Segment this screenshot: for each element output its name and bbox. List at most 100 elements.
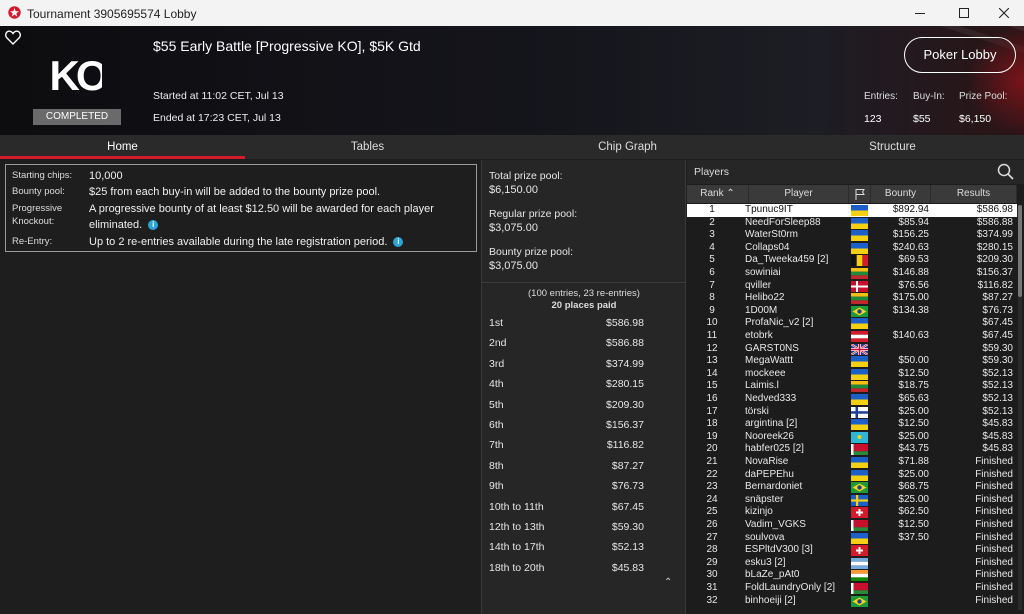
player-bounty: $69.53 bbox=[898, 254, 929, 266]
buyin-value: $55 bbox=[913, 113, 931, 125]
player-row[interactable]: 11 etobrk $140.63 $67.45 bbox=[687, 330, 1017, 343]
player-name: daPEPEhu bbox=[745, 468, 794, 480]
player-rank: 4 bbox=[709, 241, 715, 253]
payout-place: 9th bbox=[489, 480, 504, 493]
player-row[interactable]: 32 binhoeiji [2] Finished bbox=[687, 595, 1017, 608]
tab-structure[interactable]: Structure bbox=[770, 135, 1015, 159]
player-row[interactable]: 3 WaterSt0rm $156.25 $374.99 bbox=[687, 229, 1017, 242]
player-row[interactable]: 4 Collaps04 $240.63 $280.15 bbox=[687, 242, 1017, 255]
player-rank: 25 bbox=[706, 506, 718, 518]
player-row[interactable]: 29 esku3 [2] Finished bbox=[687, 557, 1017, 570]
column-rank[interactable]: Rank ⌃ bbox=[687, 185, 749, 203]
player-row[interactable]: 23 Bernardoniet $68.75 Finished bbox=[687, 481, 1017, 494]
player-name: 1D00M bbox=[745, 304, 778, 316]
player-row[interactable]: 16 Nedved333 $65.63 $52.13 bbox=[687, 393, 1017, 406]
player-row[interactable]: 21 NovaRise $71.88 Finished bbox=[687, 456, 1017, 469]
maximize-button[interactable] bbox=[942, 0, 986, 26]
column-player[interactable]: Player bbox=[749, 185, 849, 203]
entries-summary: (100 entries, 23 re-entries) 20 places p… bbox=[482, 282, 686, 311]
payout-row: 4th $280.15 bbox=[482, 374, 686, 394]
player-row[interactable]: 19 Nooreek26 $25.00 $45.83 bbox=[687, 431, 1017, 444]
player-name: Vadim_VGKS bbox=[745, 519, 806, 530]
player-result: $116.82 bbox=[977, 279, 1013, 291]
player-row[interactable]: 27 soulvova $37.50 Finished bbox=[687, 532, 1017, 545]
player-row[interactable]: 5 Da_Tweeka459 [2] $69.53 $209.30 bbox=[687, 254, 1017, 267]
player-row[interactable]: 2 NeedForSleep88 $85.94 $586.88 bbox=[687, 217, 1017, 230]
payout-row: 3rd $374.99 bbox=[482, 354, 686, 374]
payout-place: 8th bbox=[489, 459, 504, 472]
search-icon[interactable] bbox=[997, 163, 1014, 180]
player-row[interactable]: 30 bLaZe_pAt0 Finished bbox=[687, 569, 1017, 582]
favorite-heart-icon[interactable] bbox=[5, 30, 21, 45]
player-bounty: $134.38 bbox=[892, 304, 929, 316]
window-titlebar: Tournament 3905695574 Lobby bbox=[0, 0, 1024, 26]
scroll-up-caret-icon[interactable]: ⌃ bbox=[664, 577, 672, 588]
player-row[interactable]: 20 habfer025 [2] $43.75 $45.83 bbox=[687, 443, 1017, 456]
player-row[interactable]: 18 argintina [2] $12.50 $45.83 bbox=[687, 418, 1017, 431]
player-row[interactable]: 9 1D00M $134.38 $76.73 bbox=[687, 305, 1017, 318]
payout-row: 14th to 17th $52.13 bbox=[482, 537, 686, 557]
country-flag-icon bbox=[851, 595, 868, 607]
country-flag-icon bbox=[851, 280, 868, 292]
reentry-info-icon[interactable]: i bbox=[393, 237, 404, 248]
tab-tables[interactable]: Tables bbox=[245, 135, 490, 159]
player-row[interactable]: 24 snäpster $25.00 Finished bbox=[687, 494, 1017, 507]
scrollbar-thumb[interactable] bbox=[1018, 205, 1022, 297]
player-result: $209.30 bbox=[976, 254, 1013, 266]
player-row[interactable]: 6 sowiniai $146.88 $156.37 bbox=[687, 267, 1017, 280]
player-row[interactable]: 1 Tpunuc9IT $892.94 $586.98 bbox=[687, 204, 1017, 217]
close-button[interactable] bbox=[984, 0, 1024, 26]
payout-place: 18th to 20th bbox=[489, 561, 545, 574]
player-rank: 16 bbox=[706, 393, 718, 404]
player-result: Finished bbox=[975, 468, 1013, 480]
column-country[interactable] bbox=[849, 185, 871, 203]
player-row[interactable]: 8 Helibo22 $175.00 $87.27 bbox=[687, 292, 1017, 305]
column-results[interactable]: Results bbox=[931, 185, 1017, 203]
player-row[interactable]: 17 törski $25.00 $52.13 bbox=[687, 406, 1017, 419]
player-row[interactable]: 22 daPEPEhu $25.00 Finished bbox=[687, 469, 1017, 482]
player-row[interactable]: 7 qviller $76.56 $116.82 bbox=[687, 280, 1017, 293]
minimize-button[interactable] bbox=[898, 0, 942, 26]
player-bounty: $50.00 bbox=[898, 355, 929, 367]
player-row[interactable]: 25 kizinjo $62.50 Finished bbox=[687, 506, 1017, 519]
country-flag-icon bbox=[851, 570, 868, 582]
player-bounty: $175.00 bbox=[892, 292, 929, 304]
payout-place: 5th bbox=[489, 398, 504, 411]
column-bounty[interactable]: Bounty bbox=[871, 185, 931, 203]
tab-chip-graph[interactable]: Chip Graph bbox=[505, 135, 750, 159]
player-row[interactable]: 15 Laimis.l $18.75 $52.13 bbox=[687, 380, 1017, 393]
player-row[interactable]: 10 ProfaNic_v2 [2] $67.45 bbox=[687, 317, 1017, 330]
player-bounty: $25.00 bbox=[898, 493, 929, 505]
player-row[interactable]: 28 ESPltdV300 [3] Finished bbox=[687, 544, 1017, 557]
player-rank: 19 bbox=[706, 430, 718, 442]
tab-home[interactable]: Home bbox=[0, 135, 245, 159]
player-rank: 29 bbox=[706, 556, 718, 568]
player-name: FoldLaundryOnly [2] bbox=[745, 582, 836, 593]
player-row[interactable]: 26 Vadim_VGKS $12.50 Finished bbox=[687, 519, 1017, 532]
player-bounty: $12.50 bbox=[898, 519, 929, 530]
player-row[interactable]: 13 MegaWattt $50.00 $59.30 bbox=[687, 355, 1017, 368]
poker-lobby-button[interactable]: Poker Lobby bbox=[904, 37, 1016, 73]
player-rank: 22 bbox=[706, 468, 718, 480]
payout-amount: $586.98 bbox=[606, 317, 644, 329]
pko-info-icon[interactable]: i bbox=[148, 220, 159, 231]
player-row[interactable]: 12 GARST0NS $59.30 bbox=[687, 343, 1017, 356]
player-row[interactable]: 14 mockeee $12.50 $52.13 bbox=[687, 368, 1017, 381]
player-rank: 5 bbox=[709, 254, 715, 266]
player-result: Finished bbox=[975, 556, 1013, 568]
player-rank: 13 bbox=[706, 355, 718, 367]
prizepool-label: Prize Pool: bbox=[959, 91, 1008, 102]
player-bounty: $76.56 bbox=[898, 279, 929, 291]
player-name: törski bbox=[745, 405, 769, 417]
player-row[interactable]: 31 FoldLaundryOnly [2] Finished bbox=[687, 582, 1017, 595]
country-flag-icon bbox=[851, 419, 868, 431]
player-bounty: $25.00 bbox=[898, 405, 929, 417]
player-result: $156.37 bbox=[976, 267, 1013, 278]
payout-row: 12th to 13th $59.30 bbox=[482, 517, 686, 537]
player-name: MegaWattt bbox=[745, 355, 793, 367]
player-rank: 26 bbox=[706, 519, 718, 530]
status-badge: COMPLETED bbox=[33, 109, 121, 125]
payout-place: 6th bbox=[489, 419, 504, 431]
payout-amount: $374.99 bbox=[606, 357, 644, 370]
player-name: qviller bbox=[745, 279, 772, 291]
